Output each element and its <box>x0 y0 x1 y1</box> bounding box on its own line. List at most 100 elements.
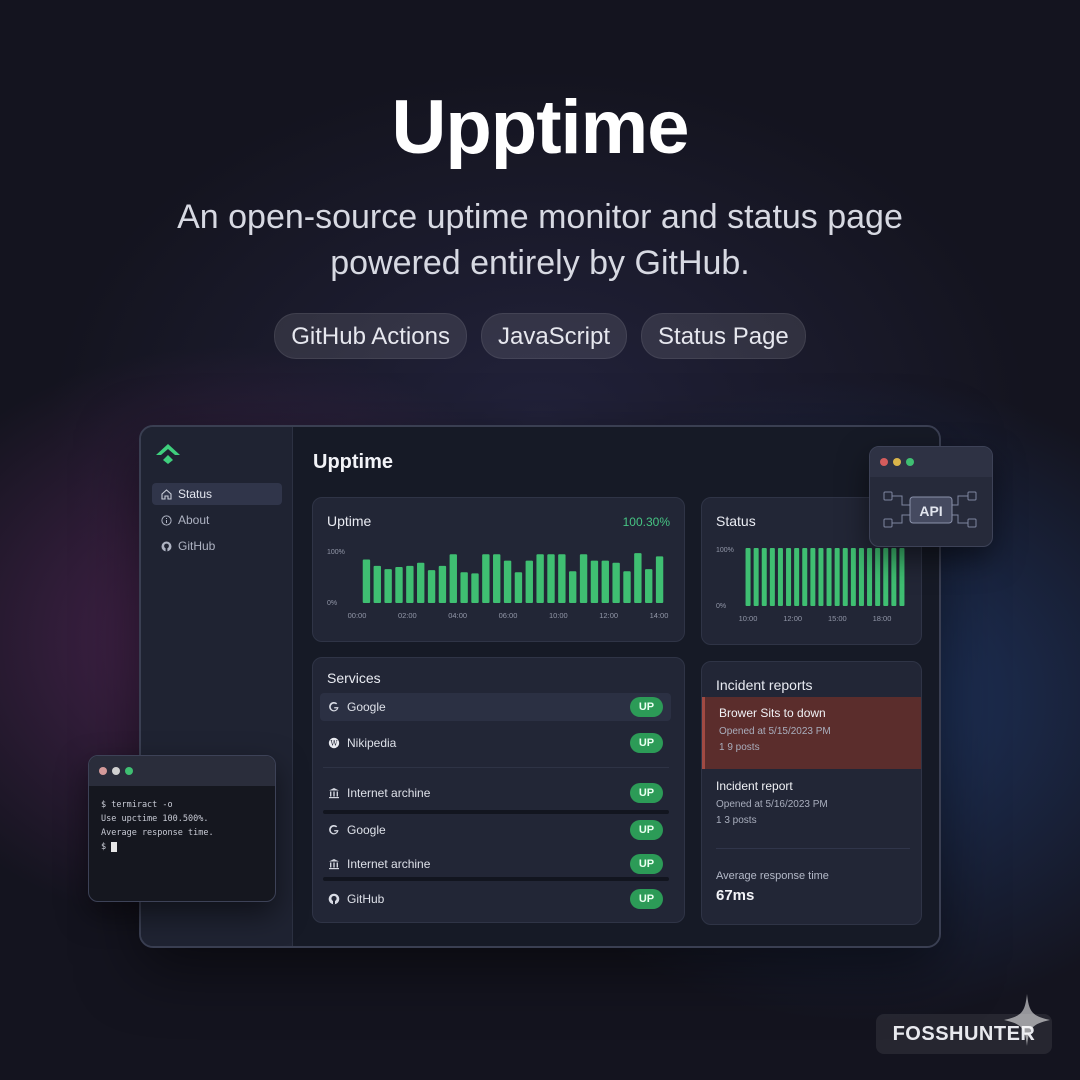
incident-posts: 1 9 posts <box>719 742 760 753</box>
terminal-line: Use upctime 100.500%. <box>101 814 209 824</box>
window-titlebar <box>870 447 992 477</box>
chart-bar <box>449 554 457 603</box>
uptime-card: Uptime 100.30% 100% 0% 00:00 02:00 04:00 06:0… <box>312 497 685 642</box>
chart-bar <box>883 548 889 606</box>
chart-bar <box>547 554 555 603</box>
services-title: Services <box>327 670 381 686</box>
sidebar-item-github[interactable]: GitHub <box>152 535 282 557</box>
wikipedia-icon: W <box>327 736 341 750</box>
service-name: Nikipedia <box>347 736 397 750</box>
chart-bar <box>891 548 897 606</box>
chart-bar <box>761 548 767 606</box>
service-name: Google <box>347 700 386 714</box>
chart-bar <box>460 572 468 603</box>
status-badge: UP <box>630 783 663 803</box>
service-row-google[interactable]: Google UP <box>320 816 671 844</box>
chart-bar <box>786 548 792 606</box>
tag-status-page[interactable]: Status Page <box>641 313 806 359</box>
chart-bar <box>601 560 609 603</box>
service-row-internet-archive[interactable]: Internet archine UP <box>320 779 671 807</box>
incident-title: Brower Sits to down <box>719 706 826 720</box>
github-icon <box>327 892 341 906</box>
api-window: API <box>869 446 993 547</box>
incident-opened: Opened at 5/15/2023 PM <box>719 726 831 737</box>
chart-bar <box>842 548 848 606</box>
terminal-prompt: $ <box>101 842 107 852</box>
x-tick-label: 10:00 <box>549 611 568 620</box>
x-tick-label: 10:00 <box>739 614 758 623</box>
maximize-dot-icon[interactable] <box>125 767 133 775</box>
chart-bar <box>794 548 800 606</box>
terminal-prompt-line: $ <box>101 840 263 854</box>
service-name: Google <box>347 823 386 837</box>
incident-item[interactable]: Incident report Opened at 5/16/2023 PM 1… <box>702 770 921 838</box>
chart-bar <box>753 548 759 606</box>
close-dot-icon[interactable] <box>880 458 888 466</box>
chart-bar <box>769 548 775 606</box>
chart-bar <box>875 548 881 606</box>
chart-bar <box>438 565 447 603</box>
incident-item[interactable]: Brower Sits to down Opened at 5/15/2023 … <box>702 697 921 769</box>
terminal-line: $ termiract -o <box>101 800 173 810</box>
x-tick-label: 00:00 <box>348 611 367 620</box>
status-badge: UP <box>630 854 663 874</box>
avg-response-label: Average response time <box>716 870 829 882</box>
incident-title: Incident report <box>716 779 793 793</box>
close-dot-icon[interactable] <box>99 767 107 775</box>
chart-bar <box>482 554 490 603</box>
divider <box>716 848 910 849</box>
service-row-internet-archive[interactable]: Internet archine UP <box>320 850 671 878</box>
upptime-logo-icon[interactable] <box>155 443 181 465</box>
uptime-chart: 100% 0% 00:00 02:00 04:00 06:00 10:00 12:00 14:0… <box>327 549 669 620</box>
chart-bar <box>514 572 523 603</box>
y-tick-label: 0% <box>327 600 337 607</box>
chart-bar <box>427 570 436 603</box>
google-icon <box>327 700 341 714</box>
service-row-google[interactable]: Google UP <box>320 693 671 721</box>
chart-bar <box>579 554 588 603</box>
chart-bar <box>569 571 577 603</box>
chart-bar <box>818 548 824 606</box>
chart-bar <box>850 548 856 606</box>
chart-bar <box>558 554 566 603</box>
window-titlebar <box>89 756 275 786</box>
main-content: Upptime Uptime 100.30% 100% 0% 00:00 02:00 0… <box>293 427 939 946</box>
chart-bar <box>634 553 642 603</box>
x-tick-label: 14:00 <box>650 611 669 620</box>
service-row-nikipedia[interactable]: W Nikipedia UP <box>320 729 671 757</box>
divider <box>323 877 669 881</box>
sidebar-item-label: About <box>178 513 210 527</box>
chart-bar <box>471 573 479 603</box>
terminal-line: Average response time. <box>101 828 214 838</box>
sidebar-item-status[interactable]: Status <box>152 483 282 505</box>
divider <box>323 767 669 768</box>
tag-github-actions[interactable]: GitHub Actions <box>274 313 467 359</box>
chart-bar <box>384 569 392 603</box>
hero-subtitle: An open-source uptime monitor and status… <box>177 198 903 282</box>
sidebar-nav: Status About GitHub <box>152 483 282 561</box>
service-row-github[interactable]: GitHub UP <box>320 885 671 913</box>
terminal-window: $ termiract -o Use upctime 100.500%. Ave… <box>88 755 276 902</box>
x-tick-label: 12:00 <box>599 611 618 620</box>
tag-javascript[interactable]: JavaScript <box>480 313 628 359</box>
svg-text:W: W <box>330 740 338 748</box>
chart-bar <box>536 554 544 603</box>
chart-bar <box>373 565 381 603</box>
status-badge: UP <box>630 889 663 909</box>
chart-bar <box>655 556 664 603</box>
maximize-dot-icon[interactable] <box>906 458 914 466</box>
minimize-dot-icon[interactable] <box>112 767 120 775</box>
services-card: Services Google UP W Nikipedia UP Intern… <box>312 657 685 923</box>
service-name: Internet archine <box>347 857 431 871</box>
minimize-dot-icon[interactable] <box>893 458 901 466</box>
google-icon <box>327 823 341 837</box>
terminal-output[interactable]: $ termiract -o Use upctime 100.500%. Ave… <box>89 786 275 866</box>
avg-response-value: 67ms <box>716 887 755 904</box>
archive-icon <box>327 786 341 800</box>
sidebar-item-about[interactable]: About <box>152 509 282 531</box>
status-badge: UP <box>630 733 663 753</box>
chart-bar <box>406 565 414 603</box>
service-name: GitHub <box>347 892 385 906</box>
github-icon <box>160 540 172 552</box>
chart-bar <box>623 571 631 603</box>
